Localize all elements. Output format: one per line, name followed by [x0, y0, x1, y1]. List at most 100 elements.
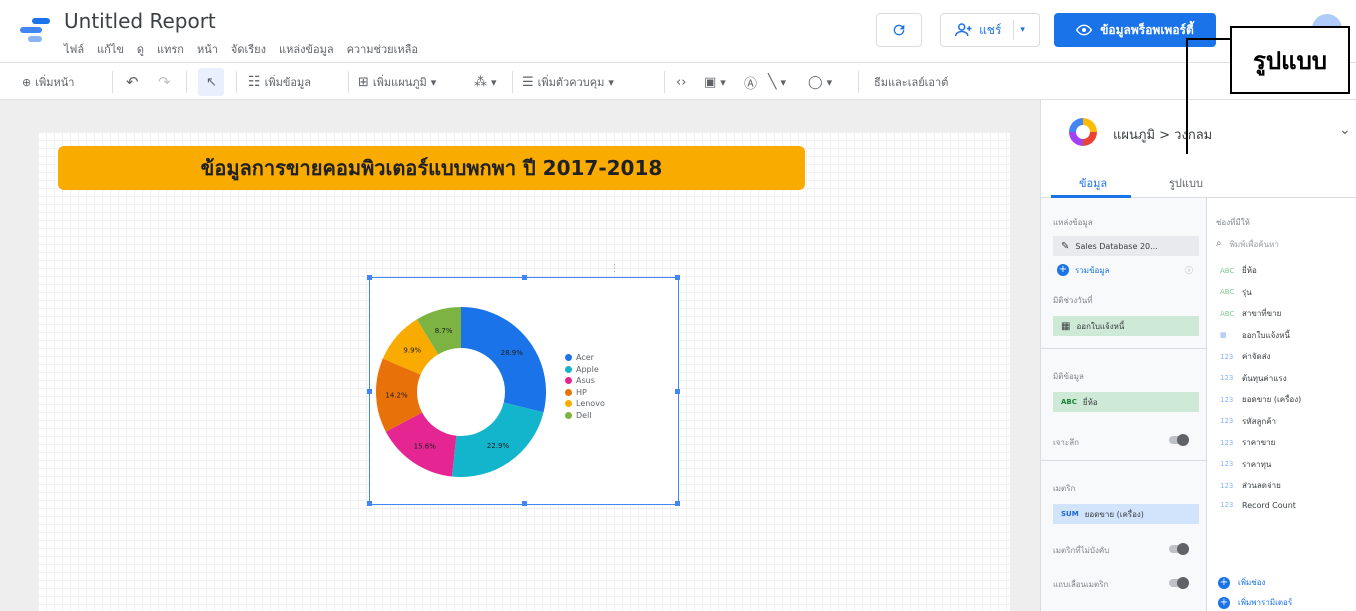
blend-data-button[interactable]: + รวมข้อมูล ⓘ [1049, 260, 1199, 280]
slice-value-label: 28.9% [501, 349, 524, 357]
field-item[interactable]: ABC สาขาที่ขาย [1220, 307, 1281, 320]
legend-swatch [565, 400, 572, 408]
metric-chip[interactable]: SUM ยอดขาย (เครื่อง) [1053, 504, 1199, 524]
add-page-button[interactable]: ⊕ เพิ่มหน้า [22, 73, 74, 91]
donut-chart[interactable]: ⋮ 28.9% 22.9% 15.6% 14.2% 9.9% 8.7% Acer Apple… [367, 264, 680, 506]
canvas-area[interactable]: ข้อมูลการขายคอมพิวเตอร์แบบพกพา ปี 2017-2… [0, 100, 1040, 611]
add-parameter-button[interactable]: + เพิ่มพารามิเตอร์ [1218, 596, 1292, 609]
legend-swatch [565, 365, 572, 373]
tab-data[interactable]: ข้อมูล [1079, 174, 1107, 192]
tab-style[interactable]: รูปแบบ [1169, 174, 1203, 192]
calendar-icon: ▦ [1220, 331, 1227, 339]
redo-button[interactable]: ↷ [158, 73, 171, 91]
eye-icon [1076, 24, 1093, 36]
image-button[interactable]: ▣ ▾ [704, 73, 726, 91]
menu-file[interactable]: ไฟล์ [64, 40, 84, 58]
embed-url-button[interactable]: ‹› [676, 73, 686, 91]
shape-button[interactable]: ◯ ▾ [808, 73, 832, 91]
help-icon[interactable]: ⓘ [1185, 265, 1193, 276]
field-item[interactable]: 123 Record Count [1220, 501, 1296, 510]
optional-metrics-toggle[interactable] [1169, 543, 1189, 555]
share-button[interactable]: แชร์ ▾ [940, 13, 1040, 47]
date-range-dimension-chip[interactable]: ▦ ออกใบแจ้งหนี้ [1053, 316, 1199, 336]
add-field-button[interactable]: + เพิ่มช่อง [1218, 576, 1265, 589]
field-name: รุ่น [1242, 287, 1252, 297]
available-fields-heading: ช่องที่มีให้ [1216, 218, 1250, 227]
field-item[interactable]: ▦ ออกใบแจ้งหนี้ [1220, 329, 1290, 342]
field-item[interactable]: 123 ส่วนลดจ่าย [1220, 479, 1281, 492]
add-data-button[interactable]: ☷ เพิ่มข้อมูล [248, 73, 311, 91]
legend-swatch [565, 354, 572, 362]
report-page[interactable]: ข้อมูลการขายคอมพิวเตอร์แบบพกพา ปี 2017-2… [38, 132, 1010, 611]
line-button[interactable]: ╲ ▾ [768, 73, 786, 91]
legend-item-asus: Asus [565, 375, 605, 387]
chevron-down-icon[interactable]: ⌄ [1339, 122, 1351, 138]
text-button[interactable]: Ⓐ [744, 73, 757, 92]
field-item[interactable]: 123 รหัสลูกค้า [1220, 415, 1276, 428]
field-item[interactable]: 123 ต้นทุนค่าแรง [1220, 372, 1287, 385]
field-name: ราคาขาย [1242, 438, 1276, 447]
field-item[interactable]: ABC รุ่น [1220, 286, 1252, 299]
data-studio-logo-icon[interactable] [20, 18, 50, 42]
report-title-banner[interactable]: ข้อมูลการขายคอมพิวเตอร์แบบพกพา ปี 2017-2… [58, 146, 805, 190]
field-item[interactable]: 123 ยอดขาย (เครื่อง) [1220, 393, 1301, 406]
date-range-dimension-value: ออกใบแจ้งหนี้ [1076, 321, 1125, 331]
chart-menu-icon[interactable]: ⋮ [610, 264, 619, 274]
view-button[interactable]: ข้อมูลพร็อพเพอร์ตี้ [1054, 13, 1216, 47]
legend-label: Asus [576, 376, 595, 386]
share-label: แชร์ [979, 22, 1002, 37]
add-chart-icon: ⊞ [358, 74, 369, 90]
chevron-down-icon: ▾ [720, 75, 726, 89]
field-type-badge: 123 [1220, 460, 1234, 468]
menu-help[interactable]: ความช่วยเหลือ [347, 40, 418, 58]
add-icon: + [1057, 264, 1069, 276]
field-item[interactable]: 123 ค่าจัดส่ง [1220, 350, 1271, 363]
menu-edit[interactable]: แก้ไข [97, 40, 124, 58]
field-item[interactable]: 123 ราคาทุน [1220, 458, 1271, 471]
dimension-heading: มิติข้อมูล [1053, 372, 1084, 381]
undo-button[interactable]: ↶ [126, 73, 139, 91]
app-window: Untitled Report ไฟล์ แก้ไข ดู แทรก หน้า … [0, 0, 1356, 611]
toolbar: ⊕ เพิ่มหน้า ↶ ↷ ↖ ☷ เพิ่มข้อมูล ⊞ เพิ่มแ… [0, 62, 1356, 100]
field-item[interactable]: 123 ราคาขาย [1220, 436, 1275, 449]
chevron-down-icon: ▾ [826, 75, 833, 89]
community-viz-button[interactable]: ⁂ ▾ [474, 73, 497, 91]
metric-aggregation-badge[interactable]: SUM [1061, 510, 1079, 518]
shapes-icon: ◯ [808, 74, 823, 90]
filter-control-icon: ☰ [522, 74, 534, 90]
menu-page[interactable]: หน้า [197, 40, 218, 58]
text-type-badge: ABC [1061, 398, 1077, 406]
pencil-icon[interactable]: ✎ [1061, 241, 1069, 252]
add-chart-button[interactable]: ⊞ เพิ่มแผนภูมิ ▾ [358, 73, 436, 91]
menu-resource[interactable]: แหล่งข้อมูล [279, 40, 334, 58]
field-type-badge: ABC [1220, 309, 1235, 318]
donut-slice-apple[interactable] [451, 402, 544, 477]
field-item[interactable]: ABC ยี่ห้อ [1220, 264, 1257, 277]
field-type-badge: ABC [1220, 288, 1235, 296]
field-type-badge: 123 [1220, 374, 1234, 382]
menu-view[interactable]: ดู [137, 40, 144, 58]
donut-slice-acer[interactable] [461, 307, 546, 413]
field-search-input[interactable]: ⌕ พิมพ์เพื่อค้นหา [1216, 238, 1279, 251]
menu-insert[interactable]: แทรก [157, 40, 184, 58]
metric-slider-toggle[interactable] [1169, 577, 1189, 589]
theme-layout-button[interactable]: ธีมและเลย์เอาต์ [874, 73, 948, 91]
data-source-chip[interactable]: ✎ Sales Database 20... [1053, 236, 1199, 256]
share-dropdown-icon[interactable]: ▾ [1020, 25, 1025, 35]
slice-value-label: 22.9% [487, 442, 510, 450]
chart-type-selector[interactable]: แผนภูมิ > วงกลม ⌄ [1041, 100, 1356, 164]
drilldown-toggle[interactable] [1169, 434, 1189, 446]
date-range-dimension-heading: มิติช่วงวันที่ [1053, 296, 1093, 305]
dimension-chip[interactable]: ABC ยี่ห้อ [1053, 392, 1199, 412]
report-title[interactable]: Untitled Report [64, 9, 216, 33]
add-control-button[interactable]: ☰ เพิ่มตัวควบคุม ▾ [522, 73, 614, 91]
chevron-down-icon: ▾ [430, 75, 437, 89]
refresh-button[interactable] [876, 13, 922, 47]
donut-chart-svg: 28.9% 22.9% 15.6% 14.2% 9.9% 8.7% [376, 307, 546, 477]
drilldown-label: เจาะลึก [1053, 438, 1079, 447]
metric-slider-label: แถบเลื่อนเมตริก [1053, 580, 1109, 589]
field-name: ค่าจัดส่ง [1242, 352, 1271, 361]
field-name: ยอดขาย (เครื่อง) [1242, 395, 1302, 404]
menu-arrange[interactable]: จัดเรียง [231, 40, 266, 58]
field-type-badge: ABC [1220, 266, 1235, 275]
